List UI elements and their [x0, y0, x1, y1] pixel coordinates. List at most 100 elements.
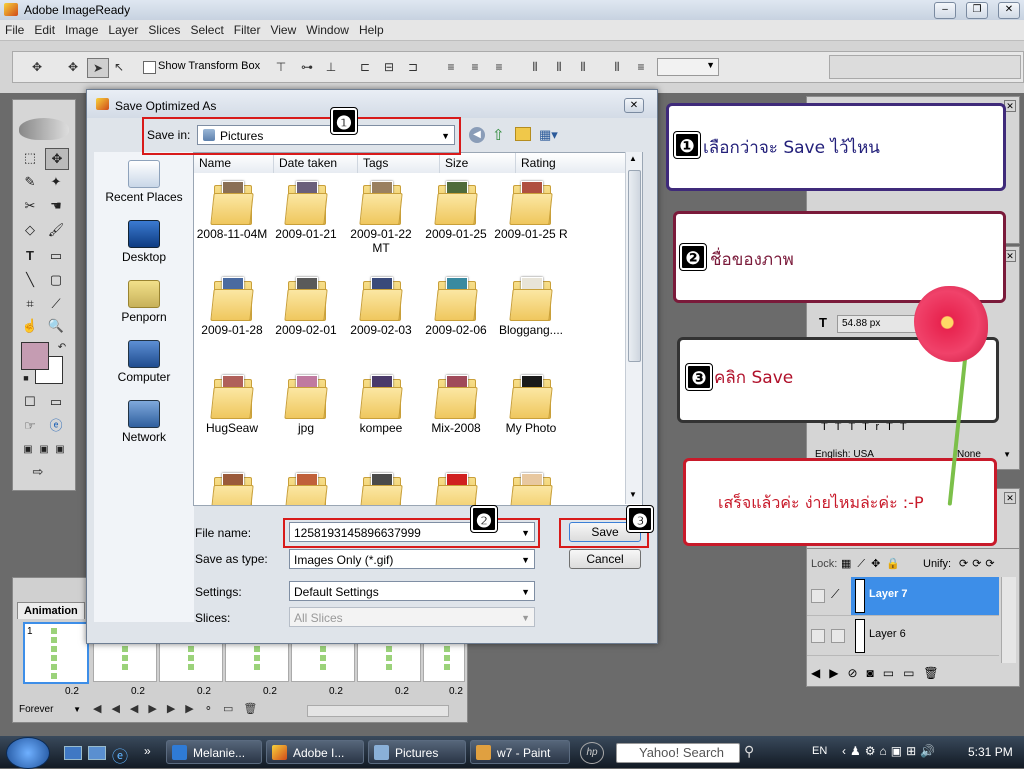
folder-item[interactable]: 2009-02-06 — [418, 275, 494, 337]
tab-animation[interactable]: Animation — [17, 602, 85, 619]
distribute-bottom-icon[interactable]: ≡ — [489, 58, 509, 76]
slice-hide-icon[interactable]: ☐ — [19, 392, 41, 412]
folder-item[interactable]: 2009-01-28 — [194, 275, 270, 337]
crop-tool-icon[interactable]: ⌗ — [19, 294, 41, 314]
place-computer[interactable]: Computer — [94, 340, 194, 384]
frame-delay[interactable]: 0.2 — [449, 686, 463, 697]
line-tool-icon[interactable]: ╲ — [19, 270, 41, 290]
layers-footer-icons[interactable]: ◀▶⊘◙▭▭🗑 — [811, 666, 948, 680]
layer-row[interactable]: Layer 6 — [807, 617, 999, 656]
place-user[interactable]: Penporn — [94, 280, 194, 324]
hand-slice-tool-icon[interactable]: ☚ — [45, 196, 67, 216]
eraser-tool-icon[interactable]: ◇ — [19, 220, 41, 240]
menu-slices[interactable]: Slices — [143, 20, 185, 40]
slice-show-icon[interactable]: ▭ — [45, 392, 67, 412]
taskbar-item[interactable]: Pictures — [368, 740, 466, 764]
jump-to-icon[interactable]: ⇨ — [27, 462, 49, 482]
layer-row[interactable]: ⟋ Layer 7 — [807, 577, 999, 616]
folder-item[interactable]: My Photo — [493, 373, 569, 435]
brush-tool-icon[interactable]: 🖌 — [45, 220, 67, 240]
unify-icons[interactable]: ⟳⟳⟳ — [959, 557, 999, 570]
scroll-down-icon[interactable]: ▼ — [629, 490, 637, 499]
frame-delay[interactable]: 0.2 — [65, 686, 79, 697]
align-bottom-icon[interactable]: ⊥ — [321, 58, 341, 76]
distribute-middle-icon[interactable]: ≡ — [465, 58, 485, 76]
frame-delay[interactable]: 0.2 — [329, 686, 343, 697]
default-colors-icon[interactable]: ■ — [15, 368, 37, 388]
pointer-icon[interactable]: ➤ — [87, 58, 109, 78]
transform-box-checkbox[interactable] — [143, 61, 156, 74]
place-network[interactable]: Network — [94, 400, 194, 444]
animation-controls[interactable]: ◀◀◀▶▶▶⚬▭🗑 — [93, 702, 267, 715]
taskbar-item[interactable]: Adobe I... — [266, 740, 364, 764]
screen-mode-3-icon[interactable]: ▣ — [49, 440, 71, 460]
taskbar-item[interactable]: Melanie... — [166, 740, 262, 764]
switch-windows-icon[interactable] — [88, 746, 106, 760]
align-center-icon[interactable]: ⊟ — [379, 58, 399, 76]
close-button[interactable]: ✕ — [998, 2, 1020, 19]
layers-scrollbar[interactable] — [1001, 577, 1016, 663]
show-desktop-icon[interactable] — [64, 746, 82, 760]
folder-item[interactable]: HugSeaw — [194, 373, 270, 435]
folder-item[interactable]: 2009-02-03 — [343, 275, 419, 337]
panel-close-icon[interactable]: ✕ — [1004, 492, 1016, 504]
folder-item[interactable]: 2008-11-04M — [194, 179, 270, 241]
language-indicator[interactable]: EN — [812, 745, 827, 757]
column-date-taken[interactable]: Date taken — [274, 153, 358, 173]
slice-tool-icon[interactable]: ✂ — [19, 196, 41, 216]
menu-layer[interactable]: Layer — [103, 20, 143, 40]
align-right-icon[interactable]: ⊐ — [403, 58, 423, 76]
yahoo-search-field[interactable]: Yahoo! Search — [616, 743, 740, 763]
cancel-button[interactable]: Cancel — [569, 549, 641, 569]
options-dropdown[interactable]: ▼ — [657, 58, 719, 76]
distribute-extra-icon[interactable]: ⫴ — [607, 58, 627, 76]
folder-item[interactable] — [418, 471, 494, 505]
menu-image[interactable]: Image — [60, 20, 103, 40]
column-size[interactable]: Size — [440, 153, 516, 173]
menu-edit[interactable]: Edit — [29, 20, 60, 40]
move-tool-icon[interactable]: ✥ — [45, 148, 69, 170]
swap-colors-icon[interactable]: ↶ — [51, 338, 73, 358]
folder-item[interactable] — [493, 471, 569, 505]
distribute-spacing-icon[interactable]: ≡ — [631, 58, 651, 76]
move-option-icon[interactable]: ✥ — [63, 58, 83, 76]
menu-window[interactable]: Window — [301, 20, 354, 40]
menu-filter[interactable]: Filter — [229, 20, 266, 40]
visibility-icon[interactable] — [811, 629, 825, 643]
views-menu-icon[interactable]: ▦▾ — [539, 127, 558, 143]
zoom-tool-icon[interactable]: 🔍 — [45, 316, 67, 336]
eyedropper-tool-icon[interactable]: ⟋ — [45, 294, 67, 314]
file-list-scrollbar[interactable]: ▲ ▼ — [625, 152, 642, 504]
pointer-alt-icon[interactable]: ↖ — [109, 58, 129, 76]
place-desktop[interactable]: Desktop — [94, 220, 194, 264]
ie-icon[interactable]: ⓔ — [112, 743, 128, 767]
dialog-close-button[interactable]: ✕ — [624, 98, 644, 113]
clock[interactable]: 5:31 PM — [968, 745, 1013, 759]
place-recent-places[interactable]: Recent Places — [94, 160, 194, 204]
menu-file[interactable]: File — [0, 20, 29, 40]
menu-select[interactable]: Select — [185, 20, 228, 40]
rectangle-tool-icon[interactable]: ▭ — [45, 246, 67, 266]
maximize-button[interactable]: ❐ — [966, 2, 988, 19]
back-icon[interactable]: ◀ — [469, 127, 485, 143]
frame-delay[interactable]: 0.2 — [395, 686, 409, 697]
settings-dropdown[interactable]: Default Settings ▼ — [289, 581, 535, 601]
loop-dropdown[interactable]: Forever ▼ — [19, 703, 83, 717]
taskbar-item[interactable]: w7 - Paint — [470, 740, 570, 764]
frame-delay[interactable]: 0.2 — [197, 686, 211, 697]
frame-delay[interactable]: 0.2 — [131, 686, 145, 697]
up-folder-icon[interactable]: ⇧ — [492, 126, 505, 144]
new-folder-icon[interactable] — [515, 127, 531, 141]
move-tool-icon[interactable]: ✥ — [27, 58, 47, 76]
lasso-tool-icon[interactable]: ✎ — [19, 172, 41, 192]
folder-item[interactable] — [194, 471, 270, 505]
align-middle-icon[interactable]: ⊶ — [297, 58, 317, 76]
menu-help[interactable]: Help — [354, 20, 389, 40]
link-box[interactable] — [831, 629, 845, 643]
quick-launch-more-icon[interactable]: » — [144, 744, 151, 758]
column-name[interactable]: Name — [194, 153, 274, 173]
distribute-left-icon[interactable]: ⫴ — [525, 58, 545, 76]
type-tool-icon[interactable]: T — [19, 246, 41, 266]
minimize-button[interactable]: – — [934, 2, 956, 19]
preview-hand-icon[interactable]: ☞ — [19, 416, 41, 436]
